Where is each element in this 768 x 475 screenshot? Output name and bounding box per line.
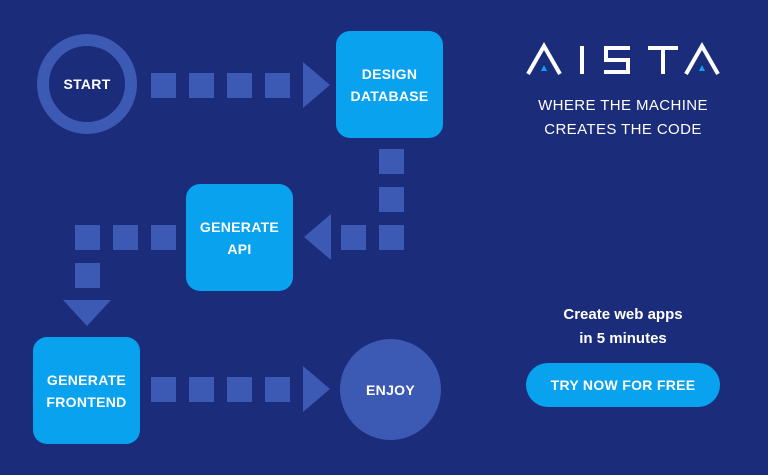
connector-dot: [227, 377, 252, 402]
design-label-line2: DATABASE: [350, 87, 429, 104]
connector-dot: [227, 73, 252, 98]
connector-dot: [113, 225, 138, 250]
cta-text: Create web apps in 5 minutes: [520, 303, 726, 351]
connector-dot: [379, 225, 404, 250]
connector-dot: [75, 225, 100, 250]
connector-dot: [189, 73, 214, 98]
design-database-node: DESIGN DATABASE: [336, 31, 443, 138]
frontend-label-line1: GENERATE: [46, 371, 127, 388]
enjoy-label: ENJOY: [366, 381, 415, 398]
connector-dot: [341, 225, 366, 250]
connector-dot: [189, 377, 214, 402]
connector-dot: [265, 377, 290, 402]
connector-dot: [379, 187, 404, 212]
connector-dot: [151, 225, 176, 250]
connector-dot: [75, 263, 100, 288]
tagline-line2: CREATES THE CODE: [544, 121, 702, 138]
start-node: START: [37, 34, 137, 134]
try-now-label: TRY NOW FOR FREE: [550, 377, 696, 393]
banner: START DESIGN DATABASE GENERATE API GENER…: [0, 0, 768, 475]
connector-dot: [151, 377, 176, 402]
tagline: WHERE THE MACHINE CREATES THE CODE: [520, 94, 726, 142]
generate-frontend-node: GENERATE FRONTEND: [33, 337, 140, 444]
aista-logo: [526, 41, 720, 75]
design-label-line1: DESIGN: [361, 65, 418, 82]
generate-api-node: GENERATE API: [186, 184, 293, 291]
connector-dot: [265, 73, 290, 98]
api-label-line1: GENERATE: [199, 218, 280, 235]
connector-dot: [151, 73, 176, 98]
api-label-line2: API: [227, 240, 252, 257]
arrow-right-icon: [303, 366, 330, 412]
arrow-right-icon: [303, 62, 330, 108]
arrow-left-icon: [304, 214, 331, 260]
tagline-line1: WHERE THE MACHINE: [538, 97, 708, 114]
connector-dot: [379, 149, 404, 174]
arrow-down-icon: [63, 300, 111, 326]
enjoy-node: ENJOY: [340, 339, 441, 440]
try-now-button[interactable]: TRY NOW FOR FREE: [526, 363, 720, 407]
cta-text-line2: in 5 minutes: [579, 330, 667, 347]
start-label: START: [63, 76, 111, 92]
cta-text-line1: Create web apps: [563, 306, 683, 323]
frontend-label-line2: FRONTEND: [46, 393, 127, 410]
